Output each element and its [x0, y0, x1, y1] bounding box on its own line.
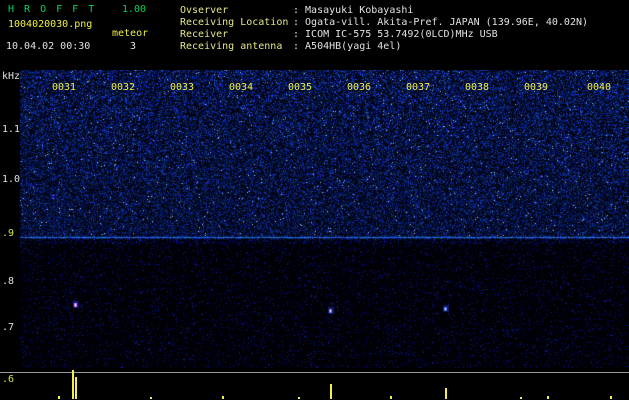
y-axis-unit-label: kHz: [2, 71, 21, 82]
meteor-count-value: 3: [130, 41, 137, 52]
signal-spike: [520, 397, 522, 399]
station-value: : Ogata-vill. Akita-Pref. JAPAN (139.96E…: [293, 17, 589, 28]
signal-spike: [298, 397, 300, 399]
timestamp: 10.04.02 00:30: [6, 41, 91, 52]
station-label: Receiver: [180, 29, 229, 40]
station-row-location: Receiving Location : Ogata-vill. Akita-P…: [180, 17, 588, 29]
signal-spike: [390, 396, 392, 399]
app-title: H R O F F T: [8, 4, 97, 15]
station-info: Ovserver : Masayuki Kobayashi Receiving …: [180, 5, 588, 53]
station-label: Receiving antenna: [180, 41, 283, 52]
station-value: : ICOM IC-575 53.7492(0LCD)MHz USB: [293, 29, 498, 40]
signal-spike: [72, 370, 74, 399]
signal-spike: [610, 396, 612, 399]
station-value: : Masayuki Kobayashi: [293, 5, 414, 16]
station-row-antenna: Receiving antenna : A504HB(yagi 4el): [180, 41, 588, 53]
level-gridline: [0, 372, 629, 373]
app-version: 1.00: [122, 4, 147, 15]
signal-spike: [330, 384, 332, 399]
output-filename: 1004020030.png: [8, 19, 93, 30]
signal-spike: [75, 377, 77, 399]
station-row-observer: Ovserver : Masayuki Kobayashi: [180, 5, 588, 17]
signal-level-panel: [0, 368, 629, 400]
signal-spike: [445, 388, 447, 399]
meteor-count-label: meteor: [112, 28, 149, 39]
signal-spike: [58, 396, 60, 399]
signal-spike: [150, 397, 152, 399]
station-label: Receiving Location: [180, 17, 289, 28]
station-label: Ovserver: [180, 5, 229, 16]
station-row-receiver: Receiver : ICOM IC-575 53.7492(0LCD)MHz …: [180, 29, 588, 41]
signal-spike: [222, 396, 224, 399]
spectrogram-canvas: [0, 70, 629, 368]
signal-spike: [547, 396, 549, 399]
hrofft-spectrogram-screen: H R O F F T 1.00 1004020030.png meteor 1…: [0, 0, 629, 400]
station-value: : A504HB(yagi 4el): [293, 41, 402, 52]
